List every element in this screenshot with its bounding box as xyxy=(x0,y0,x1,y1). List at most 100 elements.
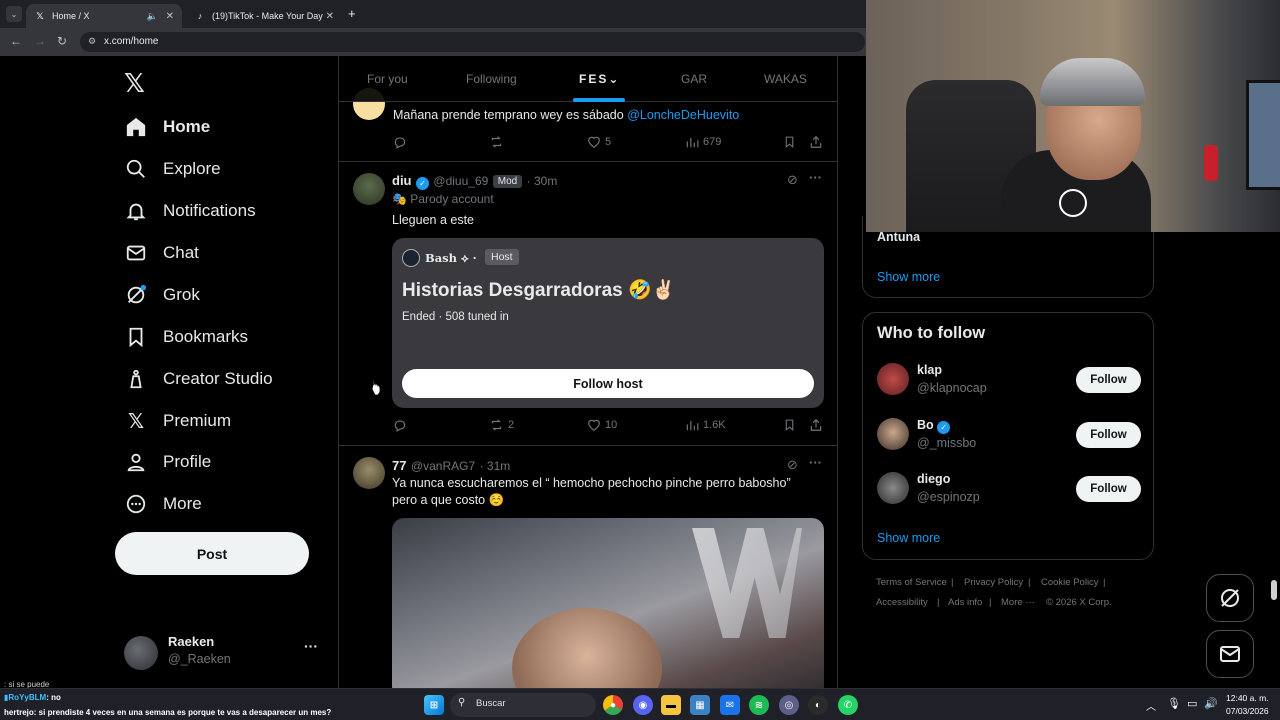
back-icon[interactable]: ← xyxy=(10,34,22,48)
sidebar-item-bookmarks[interactable]: Bookmarks xyxy=(124,320,248,354)
tweet-media-gif[interactable] xyxy=(392,518,824,688)
like-button[interactable]: 10 xyxy=(587,418,617,432)
app-icon[interactable]: ◎ xyxy=(779,695,799,715)
tab-search-button[interactable]: ⌄ xyxy=(6,6,22,22)
mention-link[interactable]: @LoncheDeHuevito xyxy=(627,108,739,122)
privacy-link[interactable]: Privacy Policy xyxy=(964,577,1023,588)
follow-suggestion[interactable]: klap @klapnocap Follow xyxy=(877,361,1141,401)
browser-tab-home[interactable]: 𝕏 Home / X 🔈 ✕ xyxy=(26,4,182,28)
follow-suggestion[interactable]: diego @espinozp Follow xyxy=(877,470,1141,510)
views-button[interactable]: 1.6K xyxy=(685,418,726,432)
avatar[interactable] xyxy=(353,173,385,205)
file-explorer-icon[interactable]: ▬ xyxy=(661,695,681,715)
host-badge: Host xyxy=(485,249,519,265)
trend-name[interactable]: Antuna xyxy=(877,230,920,244)
reload-icon[interactable]: ↻ xyxy=(57,34,67,48)
follow-button[interactable]: Follow xyxy=(1076,367,1141,393)
tab-for-you[interactable]: For you xyxy=(367,72,408,86)
sidebar-item-explore[interactable]: Explore xyxy=(124,152,221,186)
clock-date[interactable]: 07/03/2026 xyxy=(1226,706,1269,716)
grok-icon[interactable]: ⊘ xyxy=(787,172,798,188)
post-button[interactable]: Post xyxy=(115,532,309,575)
obs-icon[interactable]: ◐ xyxy=(808,695,828,715)
taskbar-search[interactable]: ⚲ Buscar xyxy=(450,693,596,717)
sidebar-item-profile[interactable]: Profile xyxy=(124,445,211,479)
tweet[interactable]: diu ✓ @diuu_69 Mod · 30m ⊘ ··· 🎭 Parody … xyxy=(339,162,837,446)
author-name[interactable]: diu xyxy=(392,173,412,188)
grok-floating-button[interactable] xyxy=(1206,574,1254,622)
bookmark-button[interactable] xyxy=(783,418,800,432)
tab-wakas[interactable]: WAKAS xyxy=(764,72,807,86)
bookmark-button[interactable] xyxy=(783,135,800,149)
reply-button[interactable] xyxy=(393,135,411,149)
follow-button[interactable]: Follow xyxy=(1076,476,1141,502)
show-more-link[interactable]: Show more xyxy=(877,531,940,545)
follow-suggestion[interactable]: Bo ✓ @_missbo Follow xyxy=(877,416,1141,456)
grok-icon[interactable]: ⊘ xyxy=(787,457,798,473)
show-more-link[interactable]: Show more xyxy=(877,270,940,284)
more-options-icon[interactable]: ··· xyxy=(809,455,822,470)
sidebar-item-chat[interactable]: Chat xyxy=(124,236,199,270)
tab-following[interactable]: Following xyxy=(466,72,517,86)
chrome-icon[interactable]: ● xyxy=(603,695,623,715)
reply-button[interactable] xyxy=(393,418,411,432)
ads-info-link[interactable]: Ads info xyxy=(948,597,982,608)
forward-icon[interactable]: → xyxy=(34,34,46,48)
tab-fes[interactable]: FES⌄ xyxy=(579,72,618,86)
share-button[interactable] xyxy=(809,135,827,149)
windows-start-icon[interactable]: ⊞ xyxy=(424,695,444,715)
clock-time[interactable]: 12:40 a. m. xyxy=(1226,693,1269,703)
sidebar-item-premium[interactable]: 𝕏 Premium xyxy=(124,404,231,438)
tweet-time[interactable]: · 30m xyxy=(527,174,558,188)
more-options-icon[interactable]: ··· xyxy=(809,170,822,185)
new-tab-button[interactable]: + xyxy=(348,6,356,21)
mail-app-icon[interactable]: ✉ xyxy=(720,695,740,715)
microphone-tray-icon[interactable]: 🎙 xyxy=(1167,697,1181,710)
mute-icon[interactable]: 🔈 xyxy=(147,11,158,22)
cookie-link[interactable]: Cookie Policy xyxy=(1041,577,1099,588)
tray-chevron-icon[interactable]: ︿ xyxy=(1146,698,1156,713)
discord-icon[interactable]: ◉ xyxy=(633,695,653,715)
network-tray-icon[interactable]: ▭ xyxy=(1187,697,1197,710)
close-tab-icon[interactable]: ✕ xyxy=(166,11,174,22)
site-info-icon[interactable]: ⚙ xyxy=(88,36,96,47)
sidebar-item-more[interactable]: More xyxy=(124,487,202,521)
page-scrollbar[interactable] xyxy=(1271,580,1277,600)
spotify-icon[interactable]: ≋ xyxy=(749,695,769,715)
space-card[interactable]: Bash ⟡ · Host Historias Desgarradoras 🤣✌… xyxy=(392,238,824,408)
tweet[interactable]: 77 @vanRAG7 · 31m ⊘ ··· Ya nunca escucha… xyxy=(339,446,837,688)
repost-button[interactable] xyxy=(489,135,508,149)
tab-gar[interactable]: GAR xyxy=(681,72,707,86)
browser-tab-tiktok[interactable]: ♪ (19)TikTok - Make Your Day ✕ xyxy=(186,4,342,28)
whatsapp-icon[interactable]: ✆ xyxy=(838,695,858,715)
follow-button[interactable]: Follow xyxy=(1076,422,1141,448)
tweet-time[interactable]: · 31m xyxy=(480,459,511,473)
author-handle[interactable]: @vanRAG7 xyxy=(411,459,475,473)
follow-host-button[interactable]: Follow host xyxy=(402,369,814,398)
address-bar[interactable]: ⚙ x.com/home xyxy=(80,32,865,52)
account-switcher[interactable]: Raeken @_Raeken ··· xyxy=(124,632,324,676)
volume-tray-icon[interactable]: 🔊 xyxy=(1204,697,1218,710)
sidebar-item-notifications[interactable]: Notifications xyxy=(124,194,256,228)
x-logo-icon[interactable]: 𝕏 xyxy=(124,68,145,99)
author-handle[interactable]: @diuu_69 xyxy=(433,174,488,188)
close-tab-icon[interactable]: ✕ xyxy=(326,11,334,22)
account-more-icon[interactable]: ··· xyxy=(304,638,318,654)
tweet[interactable]: Mañana prende temprano wey es sábado @Lo… xyxy=(339,88,837,162)
store-icon[interactable]: ▦ xyxy=(690,695,710,715)
views-button[interactable]: 679 xyxy=(685,135,721,149)
author-name[interactable]: 77 xyxy=(392,458,406,473)
sidebar-item-creator-studio[interactable]: Creator Studio xyxy=(124,362,273,396)
more-link[interactable]: More ··· xyxy=(1001,597,1035,608)
like-button[interactable]: 5 xyxy=(587,135,611,149)
share-button[interactable] xyxy=(809,418,827,432)
sidebar-item-label: Premium xyxy=(163,411,232,430)
terms-link[interactable]: Terms of Service xyxy=(876,577,947,588)
sidebar-item-home[interactable]: Home xyxy=(124,110,210,144)
repost-button[interactable]: 2 xyxy=(489,418,514,432)
reply-icon xyxy=(394,420,406,432)
avatar[interactable] xyxy=(353,457,385,489)
accessibility-link[interactable]: Accessibility xyxy=(876,597,928,608)
messages-floating-button[interactable] xyxy=(1206,630,1254,678)
sidebar-item-grok[interactable]: Grok xyxy=(124,278,200,312)
